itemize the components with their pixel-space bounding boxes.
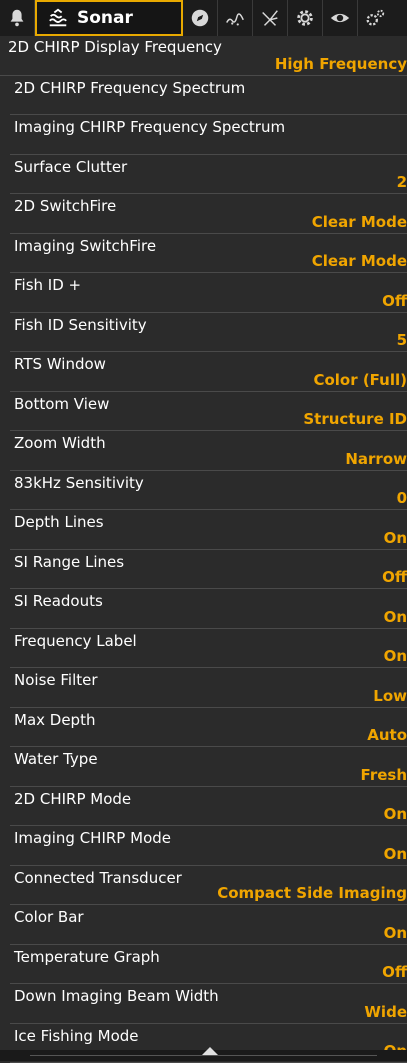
menu-item[interactable]: SI Readouts On — [10, 589, 407, 629]
menu-item-value: Off — [382, 568, 407, 586]
menu-item[interactable]: 2D CHIRP Mode On — [10, 787, 407, 827]
menu-item-label: 2D CHIRP Frequency Spectrum — [14, 79, 245, 97]
sonar-settings-menu: 2D CHIRP Display Frequency High Frequency… — [0, 36, 407, 1063]
menu-item[interactable]: 2D CHIRP Display Frequency High Frequency — [0, 36, 407, 76]
menu-item-label: Fish ID Sensitivity — [14, 316, 147, 334]
menu-item[interactable]: Down Imaging Beam Width Wide — [10, 984, 407, 1024]
tab-accessories[interactable] — [358, 0, 392, 36]
menu-item-value: On — [384, 845, 407, 863]
menu-item-value: Off — [382, 292, 407, 310]
menu-item-value: Color (Full) — [313, 371, 407, 389]
menu-item-label: Ice Fishing Mode — [14, 1027, 139, 1045]
menu-item-label: Imaging CHIRP Mode — [14, 829, 171, 847]
menu-item[interactable]: Noise Filter Low — [10, 668, 407, 708]
menu-item-value: 0 — [397, 489, 407, 507]
menu-item[interactable]: Connected Transducer Compact Side Imaging — [10, 866, 407, 906]
menu-item-value: Fresh — [361, 766, 407, 784]
menu-item[interactable]: 2D CHIRP Frequency Spectrum — [10, 76, 407, 116]
menu-item-value: On — [384, 529, 407, 547]
menu-item-value: Narrow — [345, 450, 407, 468]
menu-item-label: Fish ID + — [14, 276, 81, 294]
menu-item-label: Depth Lines — [14, 513, 104, 531]
menu-item-label: Temperature Graph — [14, 948, 160, 966]
menu-item-value: Clear Mode — [312, 252, 407, 270]
menu-item-value: Auto — [367, 726, 407, 744]
menu-item-label: SI Readouts — [14, 592, 103, 610]
menu-item[interactable]: SI Range Lines Off — [10, 550, 407, 590]
menu-item[interactable]: Depth Lines On — [10, 510, 407, 550]
menu-item-label: Connected Transducer — [14, 869, 182, 887]
tab-view[interactable] — [323, 0, 358, 36]
menu-item-label: 2D CHIRP Mode — [14, 790, 131, 808]
menu-item-label: Color Bar — [14, 908, 84, 926]
menu-item[interactable]: Zoom Width Narrow — [10, 431, 407, 471]
menu-item-value: On — [384, 608, 407, 626]
menu-item[interactable]: Imaging CHIRP Frequency Spectrum — [10, 115, 407, 155]
menu-item[interactable]: Temperature Graph Off — [10, 945, 407, 985]
menu-item-value: Compact Side Imaging — [217, 884, 407, 902]
menu-item-label: Down Imaging Beam Width — [14, 987, 219, 1005]
menu-item[interactable]: 2D SwitchFire Clear Mode — [10, 194, 407, 234]
menu-item-value: Wide — [364, 1003, 407, 1021]
menu-item[interactable]: Imaging SwitchFire Clear Mode — [10, 234, 407, 274]
menu-item-label: Water Type — [14, 750, 98, 768]
menu-item-label: SI Range Lines — [14, 553, 124, 571]
tab-chart[interactable] — [218, 0, 253, 36]
menu-item[interactable]: Max Depth Auto — [10, 708, 407, 748]
tab-navigation[interactable] — [183, 0, 218, 36]
view-icon — [329, 7, 351, 29]
tab-radar[interactable] — [253, 0, 288, 36]
menu-item-value: High Frequency — [275, 55, 407, 73]
menu-item-label: 2D SwitchFire — [14, 197, 116, 215]
tab-alarms[interactable] — [0, 0, 35, 36]
chart-icon — [224, 7, 246, 29]
menu-item[interactable]: Water Type Fresh — [10, 747, 407, 787]
menu-item-value: 2 — [397, 173, 407, 191]
menu-item-label: Noise Filter — [14, 671, 98, 689]
menu-item[interactable]: RTS Window Color (Full) — [10, 352, 407, 392]
menu-item[interactable]: Bottom View Structure ID — [10, 392, 407, 432]
menu-item[interactable]: Fish ID + Off — [10, 273, 407, 313]
tab-sonar-label: Sonar — [77, 8, 133, 28]
menu-item-label: Imaging CHIRP Frequency Spectrum — [14, 118, 285, 136]
menu-item[interactable]: Surface Clutter 2 — [10, 155, 407, 195]
menu-item-label: RTS Window — [14, 355, 106, 373]
menu-tab-bar: Sonar — [0, 0, 407, 36]
radar-icon — [259, 7, 281, 29]
menu-item-label: 2D CHIRP Display Frequency — [8, 38, 222, 56]
navigation-icon — [189, 7, 211, 29]
menu-item-value: Clear Mode — [312, 213, 407, 231]
menu-item-value: On — [384, 647, 407, 665]
menu-item-value: Structure ID — [303, 410, 407, 428]
menu-item-label: Bottom View — [14, 395, 109, 413]
menu-item-label: 83kHz Sensitivity — [14, 474, 144, 492]
bell-icon — [6, 7, 28, 29]
tab-settings[interactable] — [288, 0, 323, 36]
menu-item[interactable]: Color Bar On — [10, 905, 407, 945]
accessories-icon — [364, 7, 386, 29]
sonar-icon — [47, 7, 69, 29]
menu-item-value: On — [384, 924, 407, 942]
scroll-indicator[interactable] — [0, 1050, 407, 1061]
menu-item-label: Zoom Width — [14, 434, 106, 452]
menu-item-value: 5 — [397, 331, 407, 349]
menu-item-value: Off — [382, 963, 407, 981]
menu-item-value: On — [384, 805, 407, 823]
menu-item[interactable]: Frequency Label On — [10, 629, 407, 669]
menu-item-label: Frequency Label — [14, 632, 137, 650]
menu-item[interactable]: 83kHz Sensitivity 0 — [10, 471, 407, 511]
scroll-up-arrow-icon[interactable] — [202, 1047, 218, 1055]
scroll-track — [30, 1055, 377, 1056]
menu-item-value: Low — [373, 687, 407, 705]
menu-item-label: Surface Clutter — [14, 158, 127, 176]
settings-icon — [294, 7, 316, 29]
tab-sonar[interactable]: Sonar — [35, 0, 183, 36]
menu-item[interactable]: Imaging CHIRP Mode On — [10, 826, 407, 866]
menu-item-label: Max Depth — [14, 711, 95, 729]
menu-item[interactable]: Fish ID Sensitivity 5 — [10, 313, 407, 353]
menu-item-label: Imaging SwitchFire — [14, 237, 156, 255]
